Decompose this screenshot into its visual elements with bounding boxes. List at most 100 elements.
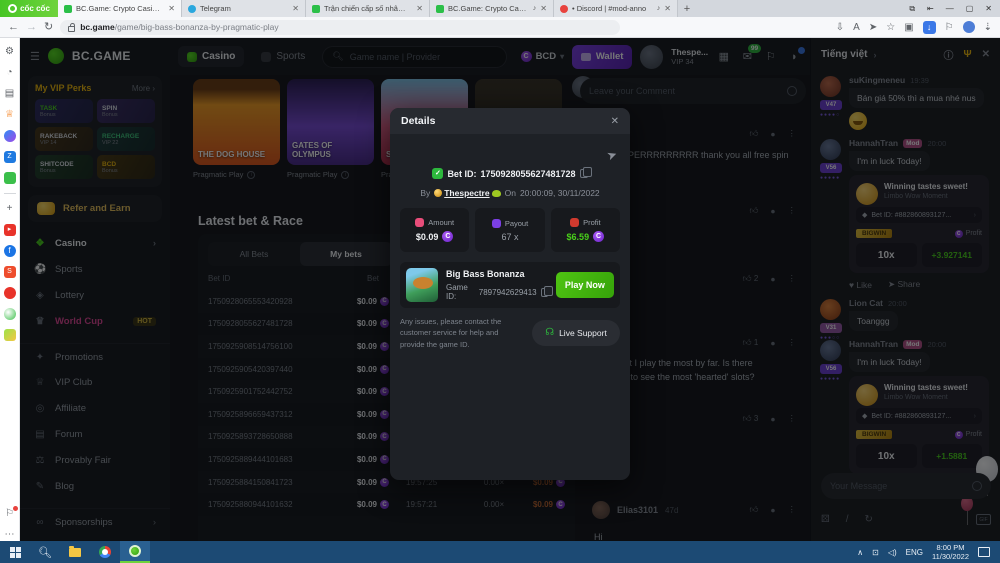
chat-username[interactable]: suKingmeneu bbox=[849, 75, 905, 85]
sidebar-nav-item[interactable]: ⚽ Sports bbox=[20, 256, 170, 282]
reply-icon[interactable]: ● bbox=[770, 206, 775, 216]
chat-message-input[interactable]: Your Message bbox=[821, 473, 991, 499]
like-icon[interactable]: 👍︎ bbox=[749, 504, 758, 515]
win-bet-id[interactable]: ◆Bet ID: #882860893127...› bbox=[856, 207, 982, 223]
tab-close-icon[interactable]: ✕ bbox=[292, 4, 299, 13]
youtube-icon[interactable]: ▸ bbox=[4, 224, 16, 236]
perk-card[interactable]: SHITCODE Bonus bbox=[35, 155, 93, 179]
emoji-picker-icon[interactable] bbox=[787, 86, 797, 96]
bet-user-link[interactable]: Thespectre bbox=[434, 188, 500, 198]
adblock-icon[interactable]: ▣ bbox=[904, 22, 913, 33]
reading-list-icon[interactable]: ▤ bbox=[4, 88, 16, 100]
perk-card[interactable]: TASK Bonus bbox=[35, 99, 93, 123]
more-icon[interactable]: ⋮ bbox=[788, 273, 797, 284]
share-icon[interactable]: ➤ bbox=[869, 22, 877, 33]
strip-bell-icon[interactable]: ⚐ bbox=[4, 508, 16, 520]
back-icon[interactable]: ← bbox=[8, 22, 19, 33]
capture-icon[interactable]: ⧉ bbox=[909, 4, 915, 14]
reply-icon[interactable]: ● bbox=[770, 338, 775, 348]
reload-icon[interactable]: ↻ bbox=[44, 22, 53, 33]
file-explorer-icon[interactable] bbox=[60, 541, 90, 563]
tray-expand-icon[interactable]: ∧ bbox=[857, 548, 863, 557]
sidebar-nav-item[interactable]: ⚖ Provably Fair bbox=[20, 447, 170, 473]
comment-input[interactable]: Leave your Comment bbox=[580, 78, 806, 104]
share-icon[interactable]: ➤ bbox=[605, 147, 619, 164]
tab-close-icon[interactable]: ✕ bbox=[416, 4, 423, 13]
more-icon[interactable]: ⋮ bbox=[788, 128, 797, 139]
chat-avatar[interactable] bbox=[820, 76, 841, 97]
taskbar-search-icon[interactable]: 🔍︎ bbox=[30, 541, 60, 563]
chat-avatar[interactable] bbox=[820, 299, 841, 320]
browser-logo[interactable]: cốc cốc bbox=[0, 0, 58, 17]
facebook-icon[interactable]: f bbox=[4, 245, 16, 257]
save-page-icon[interactable]: ⇩ bbox=[836, 22, 844, 33]
sidebar-nav-item[interactable]: ✎ Blog bbox=[20, 473, 170, 499]
sidebar-nav-item[interactable]: ♛ World Cup HOT bbox=[20, 308, 170, 334]
game-banner[interactable]: GATES OF OLYMPUS Pragmatic Playi bbox=[287, 79, 374, 179]
history-icon[interactable]: ◔ bbox=[4, 67, 16, 79]
win-card[interactable]: Winning tastes sweet! Limbo Wow Moment ◆… bbox=[849, 175, 989, 273]
refer-and-earn[interactable]: Refer and Earn bbox=[28, 195, 162, 222]
comment-user[interactable]: Elias3101 47d bbox=[592, 501, 678, 519]
browser-tab[interactable]: Telegram ✕ bbox=[182, 0, 306, 17]
volume-icon[interactable]: ◁) bbox=[888, 548, 897, 557]
profile-avatar[interactable] bbox=[963, 21, 975, 33]
game-thumbnail[interactable] bbox=[406, 268, 438, 302]
like-icon[interactable]: 👍︎ 2 bbox=[743, 273, 759, 284]
tab-close-icon[interactable]: ✕ bbox=[664, 4, 671, 13]
slash-commands-icon[interactable]: / bbox=[846, 514, 849, 525]
tab-close-icon[interactable]: ✕ bbox=[540, 4, 547, 13]
reply-icon[interactable]: ● bbox=[770, 414, 775, 424]
rain-icon[interactable]: ↻ bbox=[864, 514, 872, 525]
like-icon[interactable]: 👍︎ 3 bbox=[743, 413, 759, 424]
chat-room-label[interactable]: Tiếng việt bbox=[821, 49, 868, 60]
games-icon[interactable] bbox=[4, 172, 16, 184]
chat-avatar[interactable] bbox=[820, 139, 841, 160]
bets-tab[interactable]: All Bets bbox=[208, 242, 300, 266]
crown-icon[interactable]: ♕ bbox=[4, 109, 16, 121]
translate-icon[interactable]: A bbox=[853, 22, 860, 33]
more-icon[interactable]: ⋮ bbox=[788, 504, 797, 515]
perk-card[interactable]: SPIN Bonus bbox=[97, 99, 155, 123]
modal-close-icon[interactable]: ✕ bbox=[611, 116, 619, 127]
sidebar-nav-item[interactable]: ✦ Promotions bbox=[20, 343, 170, 369]
bcgame-logo-icon[interactable] bbox=[48, 48, 64, 64]
add-shortcut-icon[interactable]: + bbox=[4, 203, 16, 215]
bcgame-logo-text[interactable]: BC.GAME bbox=[72, 49, 131, 63]
browser-tab[interactable]: BC.Game: Crypto Casino Gam ✕ bbox=[58, 0, 182, 17]
like-icon[interactable]: 👍︎ bbox=[749, 128, 758, 139]
download-manager-icon[interactable]: ↓ bbox=[923, 21, 936, 34]
share-button[interactable]: ➤ Share bbox=[888, 279, 920, 290]
bookmark-star-icon[interactable]: ☆ bbox=[886, 22, 895, 33]
copy-icon[interactable] bbox=[541, 288, 548, 297]
sidebar-nav-item[interactable]: ▤ Forum bbox=[20, 421, 170, 447]
restore-down-icon[interactable]: ⇤ bbox=[927, 4, 934, 13]
sidebar-nav-item[interactable]: ❖ Casino › bbox=[20, 230, 170, 256]
forward-icon[interactable]: → bbox=[26, 22, 37, 33]
win-bet-id[interactable]: ◆Bet ID: #882860893127...› bbox=[856, 408, 982, 424]
reply-icon[interactable]: ● bbox=[770, 505, 775, 515]
chat-username[interactable]: HannahTran bbox=[849, 138, 898, 148]
game-search-input[interactable]: 🔍︎ Game name | Provider bbox=[322, 46, 506, 68]
emoji-picker-icon[interactable] bbox=[972, 481, 982, 491]
hamburger-menu-icon[interactable]: ☰ bbox=[30, 50, 40, 63]
chat-username[interactable]: Lion Cat bbox=[849, 298, 883, 308]
strip-more-icon[interactable]: ⋯ bbox=[4, 529, 16, 541]
vip-perks-more[interactable]: More › bbox=[132, 84, 155, 93]
browser-tab[interactable]: BC.Game: Crypto Casino ♪ ✕ bbox=[430, 0, 554, 17]
action-center-icon[interactable] bbox=[978, 547, 990, 557]
sidebar-nav-item[interactable]: ♕ VIP Club bbox=[20, 369, 170, 395]
settings-gear-icon[interactable]: ⚙ bbox=[4, 46, 16, 58]
messenger-icon[interactable] bbox=[4, 130, 16, 142]
reply-icon[interactable]: ● bbox=[770, 129, 775, 139]
perk-card[interactable]: RECHARGE VIP 22 bbox=[97, 127, 155, 151]
url-input[interactable]: bc.game/game/big-bass-bonanza-by-pragmat… bbox=[60, 20, 620, 35]
like-icon[interactable]: 👍︎ bbox=[749, 205, 758, 216]
sidebar-nav-item[interactable]: ◈ Lottery bbox=[20, 282, 170, 308]
start-button[interactable] bbox=[0, 541, 30, 563]
minimize-icon[interactable]: — bbox=[946, 4, 954, 13]
play-now-button[interactable]: Play Now bbox=[556, 272, 614, 298]
reply-icon[interactable]: ● bbox=[770, 274, 775, 284]
notification-bell-icon[interactable]: ⚐ bbox=[945, 22, 954, 33]
game-banner[interactable]: THE DOG HOUSE Pragmatic Playi bbox=[193, 79, 280, 179]
